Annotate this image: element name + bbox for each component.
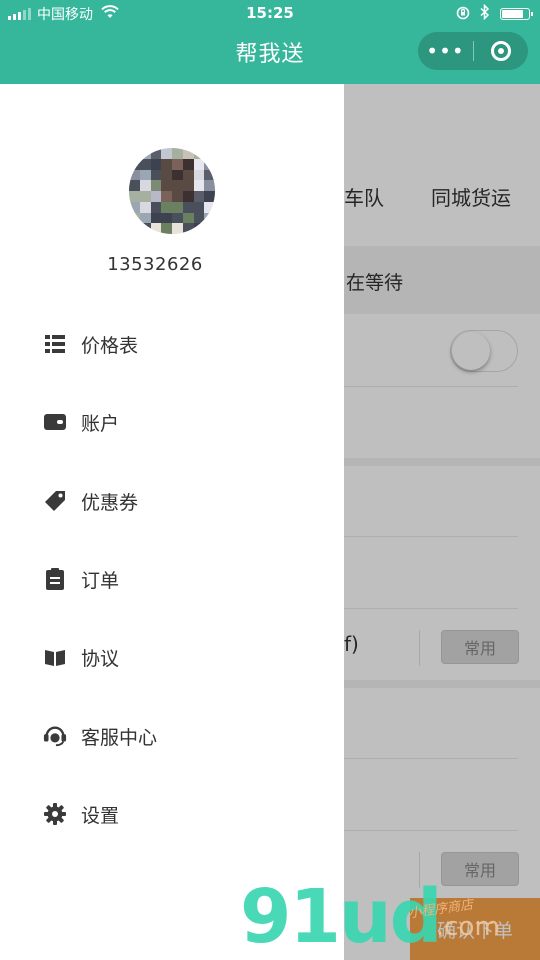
avatar-pixel [193,201,205,213]
avatar-pixel [161,158,173,170]
avatar-pixel [172,158,184,170]
menu-label: 账户 [81,412,120,435]
avatar-pixel [204,169,215,181]
avatar-pixel [182,148,194,160]
avatar-pixel [172,148,184,160]
gear-icon [43,802,67,826]
target-icon [491,41,511,61]
avatar-pixel [150,169,162,181]
avatar-pixel [139,223,151,234]
avatar-pixel [150,148,162,160]
avatar-pixel [193,169,205,181]
menu-item-customer-service[interactable]: 客服中心 [0,708,344,764]
avatar-pixel [172,201,184,213]
avatar-pixel [150,158,162,170]
tag-icon [43,489,67,513]
avatar-pixel [129,180,141,192]
avatar-pixel [193,148,205,160]
menu-label: 协议 [81,647,120,670]
bluetooth-icon [480,3,490,24]
avatar-pixel [150,212,162,224]
menu-item-agreement[interactable]: 协议 [0,629,344,685]
menu-item-price-list[interactable]: 价格表 [0,316,344,372]
menu-label: 价格表 [81,334,139,357]
more-options-button[interactable]: ••• [418,39,473,63]
menu-item-account[interactable]: 账户 [0,394,344,450]
avatar-pixel [182,191,194,203]
avatar-pixel [193,180,205,192]
avatar-pixel [204,201,215,213]
avatar-pixel [129,148,141,160]
avatar-pixel [129,158,141,170]
avatar-pixel [204,158,215,170]
avatar-pixel [150,201,162,213]
avatar-pixel [150,180,162,192]
avatar-pixel [193,212,205,224]
avatar-pixel [161,169,173,181]
close-mini-program-button[interactable] [474,41,528,61]
orientation-lock-icon [456,5,470,24]
avatar-pixel [172,191,184,203]
avatar-pixel [161,180,173,192]
avatar-pixel [182,212,194,224]
avatar-pixel [204,180,215,192]
avatar-pixel [182,158,194,170]
menu-label: 优惠券 [81,491,139,514]
avatar-pixel [129,191,141,203]
avatar-pixel [193,223,205,234]
watermark-domain: .com [436,912,500,942]
mini-program-capsule: ••• [418,32,528,70]
avatar-pixel [161,212,173,224]
avatar-pixel [161,191,173,203]
avatar-pixel [204,212,215,224]
avatar-pixel [129,212,141,224]
avatar-pixel [129,223,141,234]
avatar-pixel [172,180,184,192]
avatar-pixel [139,201,151,213]
avatar-pixel [139,169,151,181]
battery-icon [500,8,533,20]
avatar-pixel [172,212,184,224]
menu-label: 订单 [81,569,120,592]
avatar-pixel [182,180,194,192]
menu-item-orders[interactable]: 订单 [0,551,344,607]
avatar-pixel [139,191,151,203]
status-right [456,3,533,24]
avatar-pixel [204,148,215,160]
menu-item-coupons[interactable]: 优惠券 [0,473,344,529]
avatar-pixel [172,223,184,234]
book-icon [43,645,67,669]
clipboard-icon [43,567,67,591]
avatar-pixel [139,158,151,170]
list-icon [43,332,67,356]
headset-icon [43,724,67,748]
avatar-pixel [204,191,215,203]
avatar-pixel [161,201,173,213]
avatar-pixel [139,148,151,160]
avatar-pixel [139,212,151,224]
menu-label: 设置 [81,804,120,827]
avatar-pixel [150,191,162,203]
avatar-pixel [193,191,205,203]
avatar-pixel [161,148,173,160]
avatar-pixel [161,223,173,234]
avatar-pixel [182,169,194,181]
avatar-pixel [129,201,141,213]
menu-label: 客服中心 [81,726,158,749]
avatar[interactable] [129,148,215,234]
avatar-pixel [182,201,194,213]
avatar-pixel [172,169,184,181]
top-bar: 中国移动 15:25 帮我送 ••• [0,0,540,84]
avatar-pixel [204,223,215,234]
avatar-pixel [182,223,194,234]
user-phone: 13532626 [107,254,203,275]
avatar-pixel [139,180,151,192]
avatar-pixel [193,158,205,170]
avatar-pixel [129,169,141,181]
avatar-pixel [150,223,162,234]
wallet-icon [43,410,67,434]
side-drawer: 13532626 价格表 账户 优惠券 订单 协议 客服中心 设置 [0,84,344,960]
menu-item-settings[interactable]: 设置 [0,786,344,842]
